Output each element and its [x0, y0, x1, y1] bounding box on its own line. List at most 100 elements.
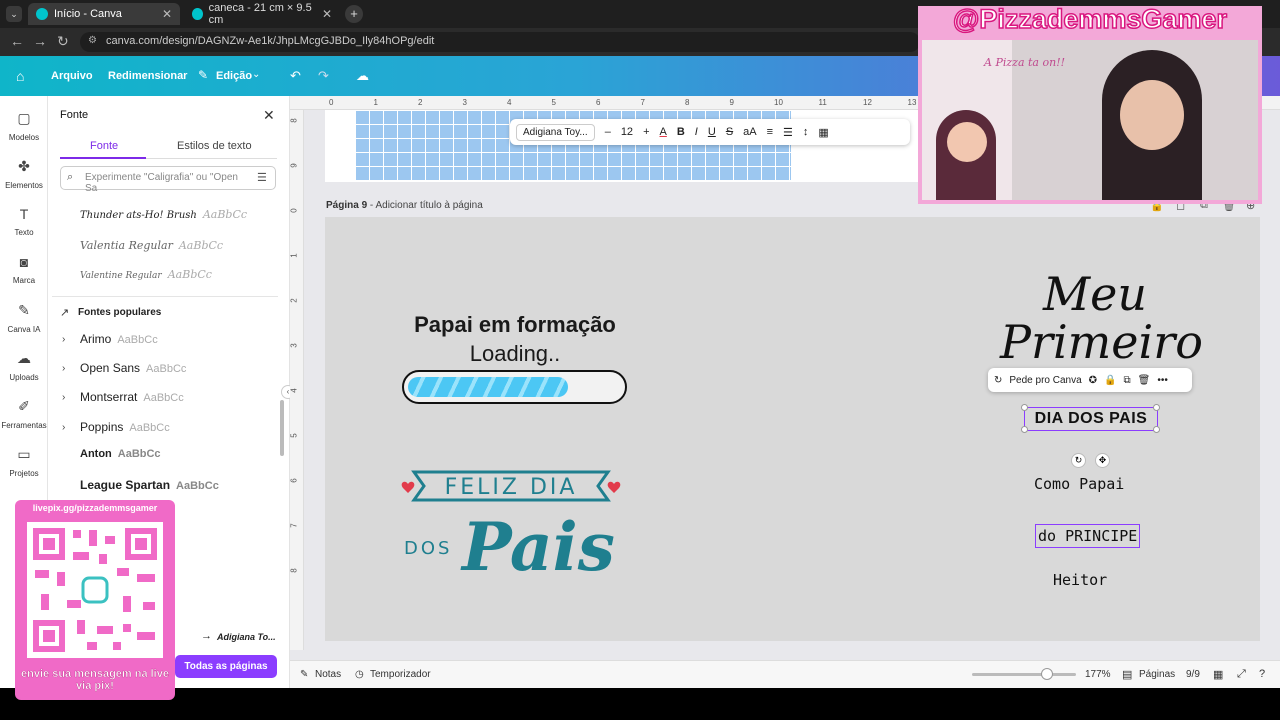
underline-icon[interactable]: U: [708, 126, 716, 138]
rail-projetos[interactable]: ▭ Projetos: [0, 446, 48, 478]
magic-edit-icon[interactable]: ✪: [1089, 375, 1097, 386]
redimensionar-button[interactable]: Redimensionar: [108, 70, 187, 82]
font-size-input[interactable]: 12: [621, 126, 633, 138]
heitor-text[interactable]: Heitor: [1053, 571, 1107, 589]
font-dropdown[interactable]: Adigiana Toy...: [516, 123, 595, 141]
edit-pencil-icon: ✎: [198, 68, 209, 82]
url-field[interactable]: canva.com/design/DAGNZw-Ae1k/JhpLMcgGJBD…: [80, 32, 920, 52]
rail-modelos[interactable]: ▢ Modelos: [0, 110, 48, 142]
font-item-open-sans[interactable]: Open Sans AaBbCc: [80, 361, 186, 375]
tab-inicio[interactable]: Início - Canva ✕: [28, 3, 180, 25]
ruler-tick-label: 11: [818, 98, 827, 107]
ruler-tick-label: 1: [289, 253, 299, 258]
tab-search-icon[interactable]: ⌄: [6, 6, 22, 22]
redo-icon[interactable]: ↷: [318, 68, 329, 84]
zoom-level[interactable]: 177%: [1085, 669, 1111, 680]
list-icon[interactable]: ☰: [783, 126, 793, 139]
rail-uploads[interactable]: ☁ Uploads: [0, 350, 48, 382]
fullscreen-icon[interactable]: ⤢: [1237, 668, 1246, 681]
chevron-right-icon[interactable]: ›: [62, 334, 65, 345]
spacing-icon[interactable]: ↕: [803, 126, 809, 138]
font-search-input[interactable]: Experimente "Caligrafia" ou "Open Sa: [60, 166, 276, 194]
site-info-icon[interactable]: ⚙: [88, 35, 97, 46]
loading-text[interactable]: Loading..: [325, 341, 705, 367]
webcam-feed: A Pizza ta on!!: [922, 40, 1258, 200]
case-icon[interactable]: aA: [743, 126, 756, 138]
undo-icon[interactable]: ↶: [290, 68, 301, 84]
chevron-right-icon[interactable]: ›: [62, 392, 65, 403]
more-icon[interactable]: •••: [1157, 375, 1168, 386]
font-item-thunder[interactable]: Thunder ats-Ho! Brush AaBbCc: [80, 208, 247, 221]
dia-dos-pais-text[interactable]: DIA DOS PAIS: [1024, 407, 1158, 431]
transparency-icon[interactable]: ▦: [818, 126, 828, 139]
meu-primeiro-text[interactable]: Meu Primeiro: [1000, 270, 1203, 366]
reload-icon[interactable]: ↻: [57, 33, 69, 50]
temporizador-button[interactable]: Temporizador: [370, 669, 431, 680]
font-item-anton[interactable]: Anton AaBbCc: [80, 448, 161, 460]
selected-font-name[interactable]: Adigiana To...: [217, 632, 276, 642]
font-item-poppins[interactable]: Poppins AaBbCc: [80, 420, 170, 434]
move-handle-icon[interactable]: ✥: [1095, 453, 1110, 468]
tab-caneca[interactable]: caneca - 21 cm × 9.5 cm ✕: [184, 2, 340, 26]
close-icon[interactable]: ✕: [263, 107, 275, 124]
font-item-league-spartan[interactable]: League Spartan AaBbCc: [80, 478, 219, 492]
pede-pro-canva-button[interactable]: Pede pro Canva: [1009, 375, 1081, 386]
feliz-dia-graphic[interactable]: FELIZ DIA DOS Pais: [400, 462, 630, 586]
como-papai-text[interactable]: Como Papai: [1034, 475, 1124, 493]
page-label[interactable]: Página 9 - Adicionar título à página: [326, 200, 483, 211]
close-icon[interactable]: ✕: [162, 7, 172, 21]
close-icon[interactable]: ✕: [322, 7, 332, 21]
streamer-face: [1120, 80, 1184, 150]
cloud-sync-icon[interactable]: ☁: [356, 68, 369, 84]
help-icon[interactable]: ?: [1259, 668, 1265, 680]
home-icon[interactable]: ⌂: [16, 68, 24, 84]
tab-estilos-texto[interactable]: Estilos de texto: [177, 140, 252, 152]
resize-handle[interactable]: [1153, 404, 1160, 411]
chevron-down-icon[interactable]: ⌄: [252, 69, 260, 80]
duplicate-icon[interactable]: ⧉: [1124, 375, 1131, 386]
chevron-right-icon[interactable]: ›: [62, 363, 65, 374]
delete-icon[interactable]: 🗑: [1138, 375, 1151, 386]
forward-icon[interactable]: →: [33, 33, 47, 49]
back-icon[interactable]: ←: [10, 33, 24, 49]
resize-handle[interactable]: [1021, 426, 1028, 433]
todas-as-paginas-button[interactable]: Todas as páginas: [175, 655, 277, 678]
resize-handle[interactable]: [1153, 426, 1160, 433]
rail-ferramentas[interactable]: ✐ Ferramentas: [0, 398, 48, 430]
ruler-tick-label: 12: [863, 98, 872, 107]
zoom-slider-thumb[interactable]: [1041, 668, 1053, 680]
tab-fonte[interactable]: Fonte: [90, 140, 118, 152]
rail-texto[interactable]: T Texto: [0, 206, 48, 237]
rail-marca[interactable]: ◙ Marca: [0, 254, 48, 285]
lock-icon[interactable]: 🔒: [1104, 375, 1116, 386]
align-icon[interactable]: ≡: [767, 126, 773, 138]
increase-size-icon[interactable]: +: [643, 126, 649, 138]
font-item-montserrat[interactable]: Montserrat AaBbCc: [80, 390, 184, 404]
notas-button[interactable]: Notas: [315, 669, 341, 680]
bold-icon[interactable]: B: [677, 126, 685, 138]
papai-title-text[interactable]: Papai em formação: [325, 312, 705, 338]
resize-handle[interactable]: [1021, 404, 1028, 411]
text-color-icon[interactable]: A: [660, 126, 667, 138]
grid-view-icon[interactable]: ▦: [1213, 668, 1223, 681]
do-principe-text[interactable]: do PRINCIPE: [1035, 524, 1141, 548]
rotate-handle-icon[interactable]: ↻: [1071, 453, 1086, 468]
chevron-right-icon[interactable]: ›: [62, 422, 65, 433]
rail-elementos[interactable]: ✤ Elementos: [0, 158, 48, 190]
ruler-tick-label: 0: [329, 98, 334, 107]
strikethrough-icon[interactable]: S: [726, 126, 733, 138]
rail-canva-ia[interactable]: ✎ Canva IA: [0, 302, 48, 334]
new-tab-icon[interactable]: +: [345, 5, 363, 23]
paginas-button[interactable]: Páginas: [1139, 669, 1175, 680]
font-item-arimo[interactable]: Arimo AaBbCc: [80, 332, 158, 346]
zoom-slider[interactable]: [972, 673, 1076, 676]
font-item-valentia[interactable]: Valentia Regular AaBbCc: [80, 239, 223, 252]
decrease-size-icon[interactable]: –: [605, 126, 611, 138]
font-item-valentine[interactable]: Valentine Regular AaBbCc: [80, 268, 212, 281]
page-number: Página 9: [326, 200, 368, 211]
edicao-menu[interactable]: Edição: [216, 70, 252, 82]
filter-icon[interactable]: ☰: [257, 171, 267, 184]
italic-icon[interactable]: I: [695, 126, 698, 138]
panel-scrollbar[interactable]: [280, 400, 284, 456]
arquivo-menu[interactable]: Arquivo: [51, 70, 93, 82]
